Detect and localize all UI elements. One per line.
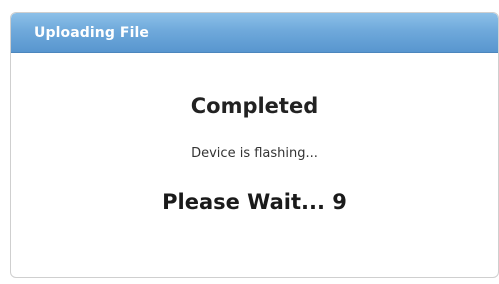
status-message: Device is flashing... (191, 146, 318, 161)
wait-countdown: Please Wait... 9 (11, 190, 498, 214)
dialog-title: Uploading File (34, 24, 149, 41)
countdown-value: 9 (332, 190, 347, 214)
dialog-content: Completed Device is flashing... Please W… (11, 53, 498, 277)
wait-label: Please Wait... (162, 190, 325, 214)
status-heading: Completed (190, 94, 319, 118)
upload-dialog: Uploading File Completed Device is flash… (10, 12, 499, 278)
dialog-titlebar[interactable]: Uploading File (11, 13, 498, 53)
